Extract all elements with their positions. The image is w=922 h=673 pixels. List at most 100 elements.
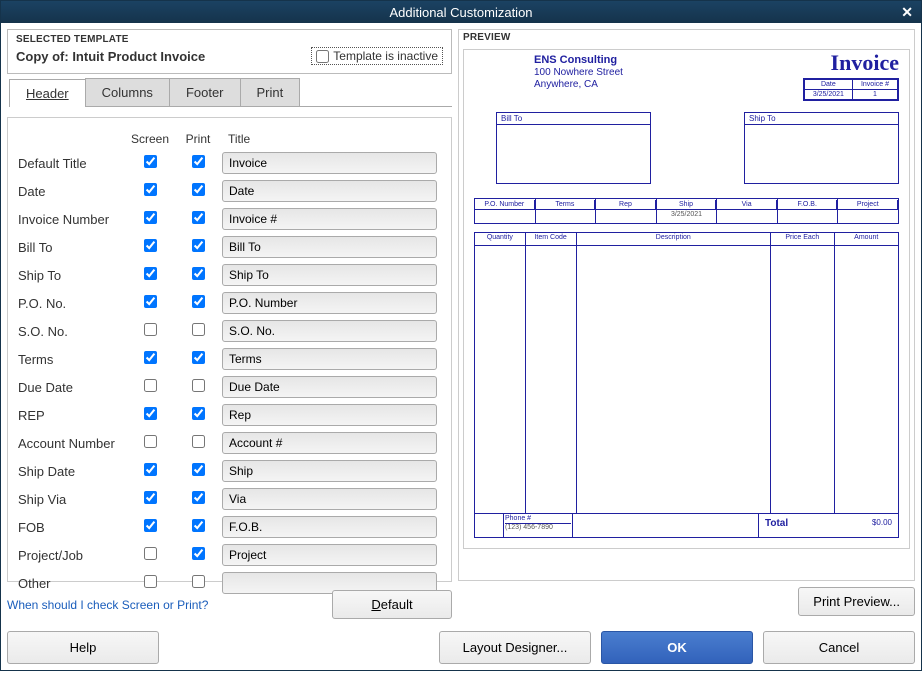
screen-checkbox[interactable] [144, 575, 157, 588]
title-input[interactable] [222, 348, 437, 370]
preview-shipto: Ship To [744, 112, 899, 184]
default-button[interactable]: Default [332, 590, 452, 619]
print-checkbox[interactable] [192, 575, 205, 588]
field-row: Invoice Number [18, 208, 437, 230]
screen-checkbox[interactable] [144, 267, 157, 280]
tab-footer[interactable]: Footer [169, 78, 241, 106]
preview-panel: PREVIEW ENS Consulting 100 Nowhere Stree… [458, 29, 915, 581]
column-header-print: Print [174, 132, 222, 146]
field-row: Terms [18, 348, 437, 370]
field-label: Invoice Number [18, 212, 126, 227]
column-header-title: Title [222, 132, 250, 146]
footer-bar: Help Layout Designer... OK Cancel [1, 625, 921, 670]
preview-label: PREVIEW [463, 32, 910, 43]
print-checkbox[interactable] [192, 435, 205, 448]
ok-button[interactable]: OK [601, 631, 753, 664]
title-input[interactable] [222, 516, 437, 538]
preview-date-box: DateInvoice # 3/25/20211 [803, 78, 899, 101]
tab-print[interactable]: Print [240, 78, 301, 106]
help-button[interactable]: Help [7, 631, 159, 664]
help-link-screen-print[interactable]: When should I check Screen or Print? [7, 598, 208, 612]
screen-checkbox[interactable] [144, 183, 157, 196]
field-row: Date [18, 180, 437, 202]
title-input[interactable] [222, 152, 437, 174]
layout-designer-button[interactable]: Layout Designer... [439, 631, 591, 664]
field-label: Project/Job [18, 548, 126, 563]
title-input[interactable] [222, 292, 437, 314]
field-label: Due Date [18, 380, 126, 395]
field-label: Account Number [18, 436, 126, 451]
title-input[interactable] [222, 544, 437, 566]
print-checkbox[interactable] [192, 267, 205, 280]
field-label: P.O. No. [18, 296, 126, 311]
print-checkbox[interactable] [192, 547, 205, 560]
screen-checkbox[interactable] [144, 491, 157, 504]
screen-checkbox[interactable] [144, 435, 157, 448]
screen-checkbox[interactable] [144, 407, 157, 420]
preview-total-row: Phone # (123) 456-7890 Total $0.00 [474, 514, 899, 538]
field-label: REP [18, 408, 126, 423]
field-label: Terms [18, 352, 126, 367]
title-input[interactable] [222, 180, 437, 202]
print-checkbox[interactable] [192, 155, 205, 168]
print-checkbox[interactable] [192, 463, 205, 476]
title-input[interactable] [222, 404, 437, 426]
field-label: Default Title [18, 156, 126, 171]
template-name: Copy of: Intuit Product Invoice [16, 49, 205, 64]
close-icon[interactable]: ✕ [901, 4, 913, 21]
print-checkbox[interactable] [192, 211, 205, 224]
print-checkbox[interactable] [192, 407, 205, 420]
print-checkbox[interactable] [192, 379, 205, 392]
preview-header-cols: P.O. NumberTermsRepShip3/25/2021ViaF.O.B… [474, 198, 899, 224]
preview-billto: Bill To [496, 112, 651, 184]
tab-header[interactable]: Header [9, 79, 86, 107]
screen-checkbox[interactable] [144, 379, 157, 392]
print-checkbox[interactable] [192, 519, 205, 532]
print-checkbox[interactable] [192, 323, 205, 336]
print-preview-button[interactable]: Print Preview... [798, 587, 915, 616]
print-checkbox[interactable] [192, 239, 205, 252]
title-input[interactable] [222, 432, 437, 454]
field-row: REP [18, 404, 437, 426]
titlebar: Additional Customization ✕ [1, 1, 921, 23]
preview-company: ENS Consulting 100 Nowhere Street Anywhe… [534, 54, 623, 91]
field-label: Bill To [18, 240, 126, 255]
print-checkbox[interactable] [192, 351, 205, 364]
field-row: P.O. No. [18, 292, 437, 314]
window-title: Additional Customization [389, 5, 532, 20]
screen-checkbox[interactable] [144, 547, 157, 560]
screen-checkbox[interactable] [144, 463, 157, 476]
title-input[interactable] [222, 208, 437, 230]
title-input[interactable] [222, 320, 437, 342]
title-input[interactable] [222, 376, 437, 398]
title-input[interactable] [222, 488, 437, 510]
print-checkbox[interactable] [192, 295, 205, 308]
print-checkbox[interactable] [192, 183, 205, 196]
field-row: Project/Job [18, 544, 437, 566]
tab-columns[interactable]: Columns [85, 78, 170, 106]
template-inactive-checkbox[interactable] [316, 50, 329, 63]
screen-checkbox[interactable] [144, 211, 157, 224]
print-checkbox[interactable] [192, 491, 205, 504]
field-row: Due Date [18, 376, 437, 398]
field-row: Ship Date [18, 460, 437, 482]
screen-checkbox[interactable] [144, 351, 157, 364]
screen-checkbox[interactable] [144, 519, 157, 532]
field-label: Ship To [18, 268, 126, 283]
screen-checkbox[interactable] [144, 239, 157, 252]
title-input[interactable] [222, 460, 437, 482]
field-row: FOB [18, 516, 437, 538]
header-fields-panel: Screen Print Title Default TitleDateInvo… [7, 117, 452, 582]
screen-checkbox[interactable] [144, 295, 157, 308]
field-label: Other [18, 576, 126, 591]
template-inactive-label: Template is inactive [333, 49, 438, 63]
screen-checkbox[interactable] [144, 323, 157, 336]
template-inactive-toggle[interactable]: Template is inactive [311, 47, 443, 65]
field-row: Bill To [18, 236, 437, 258]
screen-checkbox[interactable] [144, 155, 157, 168]
field-label: Ship Date [18, 464, 126, 479]
field-row: S.O. No. [18, 320, 437, 342]
cancel-button[interactable]: Cancel [763, 631, 915, 664]
title-input[interactable] [222, 264, 437, 286]
title-input[interactable] [222, 236, 437, 258]
